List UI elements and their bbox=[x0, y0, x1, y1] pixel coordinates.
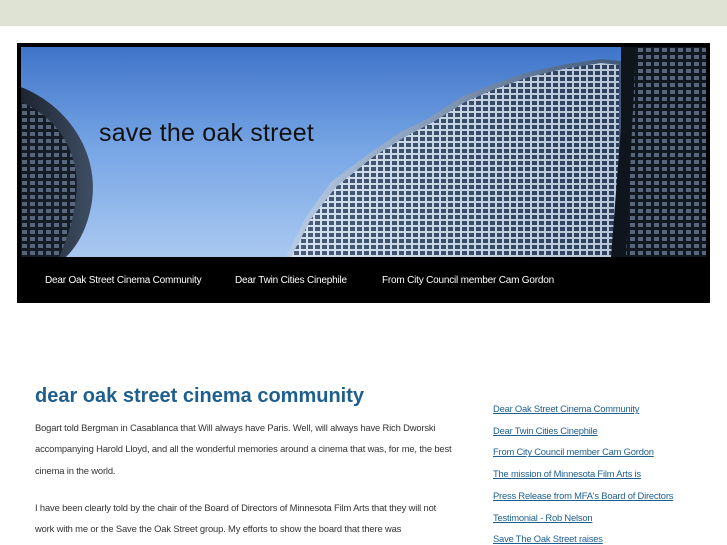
post-paragraph: Bogart told Bergman in Casablanca that W… bbox=[35, 422, 452, 476]
sidebar-recent-posts: Dear Oak Street Cinema Community Dear Tw… bbox=[493, 398, 713, 545]
header-banner-image: save the oak street bbox=[21, 47, 706, 257]
sidebar-link[interactable]: Press Release from MFA's Board of Direct… bbox=[493, 485, 713, 507]
sidebar-link[interactable]: Dear Twin Cities Cinephile bbox=[493, 420, 713, 442]
sidebar-link[interactable]: Testimonial - Rob Nelson bbox=[493, 507, 713, 529]
sidebar-link[interactable]: The mission of Minnesota Film Arts is bbox=[493, 463, 713, 485]
nav-item-from-city-council-member[interactable]: From City Council member Cam Gordon bbox=[382, 275, 554, 286]
sidebar-link[interactable]: Dear Oak Street Cinema Community bbox=[493, 398, 713, 420]
main-nav: Dear Oak Street Cinema Community Dear Tw… bbox=[17, 257, 710, 303]
top-bar bbox=[0, 0, 727, 26]
nav-item-dear-oak-street-cinema-community[interactable]: Dear Oak Street Cinema Community bbox=[45, 275, 202, 286]
post-title[interactable]: dear oak street cinema community bbox=[35, 385, 364, 408]
post-paragraph: I have been clearly told by the chair of… bbox=[35, 501, 437, 535]
sidebar-link[interactable]: From City Council member Cam Gordon bbox=[493, 441, 713, 463]
site-header: save the oak street Dear Oak Street Cine… bbox=[17, 43, 710, 303]
site-title[interactable]: save the oak street bbox=[99, 119, 314, 148]
post-body: Bogart told Bergman in Casablanca that W… bbox=[35, 417, 453, 545]
nav-item-dear-twin-cities-cinephile[interactable]: Dear Twin Cities Cinephile bbox=[235, 275, 347, 286]
sidebar-link[interactable]: Save The Oak Street raises bbox=[493, 528, 713, 545]
